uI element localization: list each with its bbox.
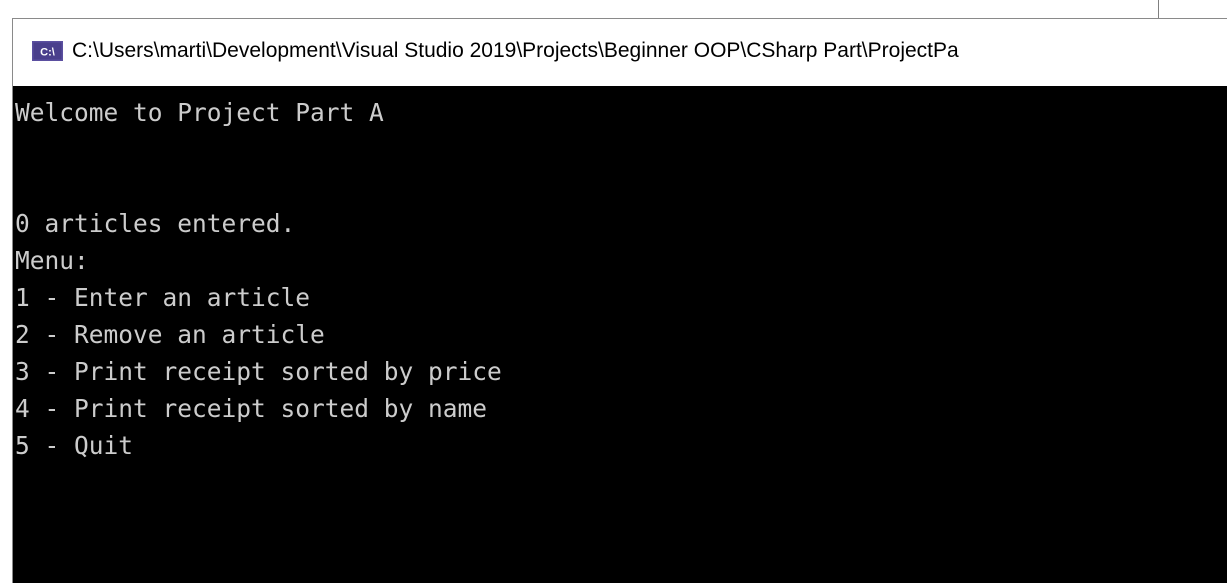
console-line-menu-option-1: 1 - Enter an article [15,283,311,312]
console-line-menu-option-3: 3 - Print receipt sorted by price [15,357,502,386]
console-line-menu-option-4: 4 - Print receipt sorted by name [15,394,488,423]
console-output[interactable]: Welcome to Project Part A 0 articles ent… [13,86,1227,583]
window-title: C:\Users\marti\Development\Visual Studio… [72,38,959,62]
console-line-menu-option-5: 5 - Quit [15,431,134,460]
screen: C:\ C:\Users\marti\Development\Visual St… [0,0,1227,583]
console-line-welcome: Welcome to Project Part A [15,98,384,127]
console-line-menu-heading: Menu: [15,246,89,275]
svg-text:C:\: C:\ [40,46,55,58]
console-line-article-count: 0 articles entered. [15,209,296,238]
console-window[interactable]: C:\ C:\Users\marti\Development\Visual St… [12,18,1227,583]
console-app-icon: C:\ [32,40,63,61]
background-divider [1158,0,1159,18]
console-line-menu-option-2: 2 - Remove an article [15,320,325,349]
title-bar[interactable]: C:\ C:\Users\marti\Development\Visual St… [13,19,1227,86]
